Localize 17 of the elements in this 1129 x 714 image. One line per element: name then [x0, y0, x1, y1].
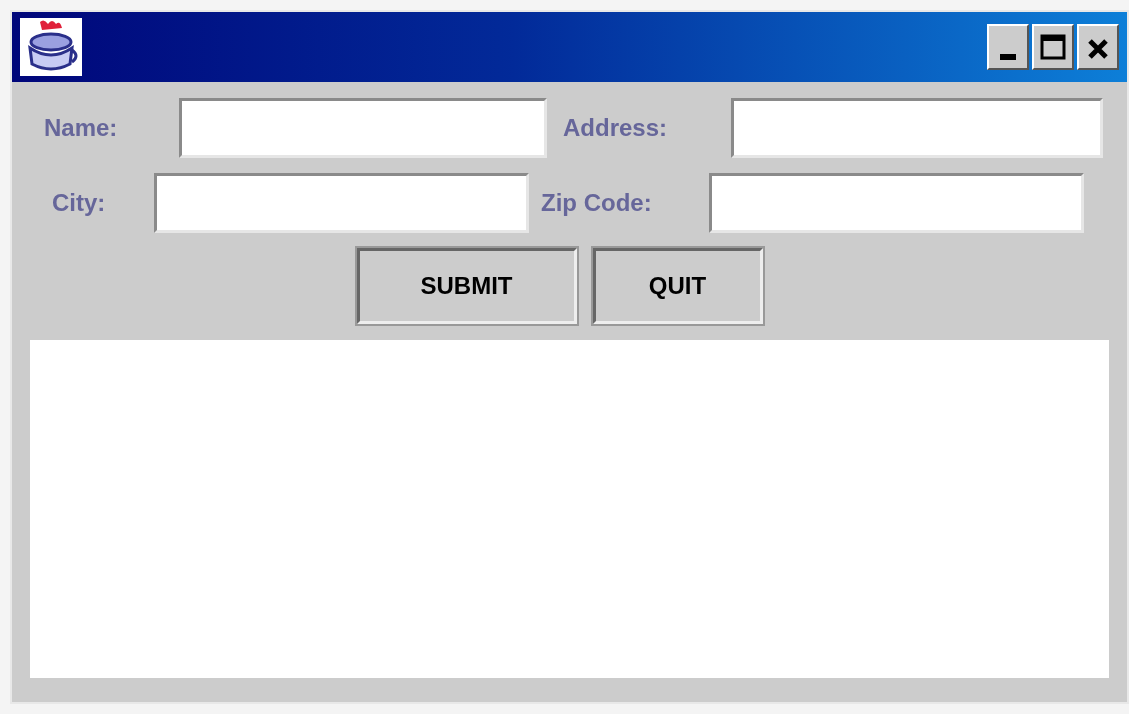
- quit-button[interactable]: QUIT: [592, 248, 763, 324]
- maximize-button[interactable]: [1032, 24, 1074, 70]
- field-label: Name:: [44, 113, 119, 143]
- minimize-icon: [1000, 54, 1016, 60]
- text-field[interactable]: [731, 98, 1103, 158]
- close-button[interactable]: [1077, 24, 1119, 70]
- text-field[interactable]: [709, 173, 1084, 233]
- text-field[interactable]: [179, 98, 547, 158]
- submit-button[interactable]: SUBMIT: [356, 248, 577, 324]
- maximize-icon: [1040, 34, 1066, 60]
- app-icon: [20, 18, 82, 76]
- field-label: Address:: [563, 113, 669, 143]
- field-label: Zip Code:: [541, 188, 653, 218]
- field-label: City:: [52, 188, 107, 218]
- close-icon: [1087, 38, 1109, 60]
- text-field[interactable]: [154, 173, 529, 233]
- minimize-button[interactable]: [987, 24, 1029, 70]
